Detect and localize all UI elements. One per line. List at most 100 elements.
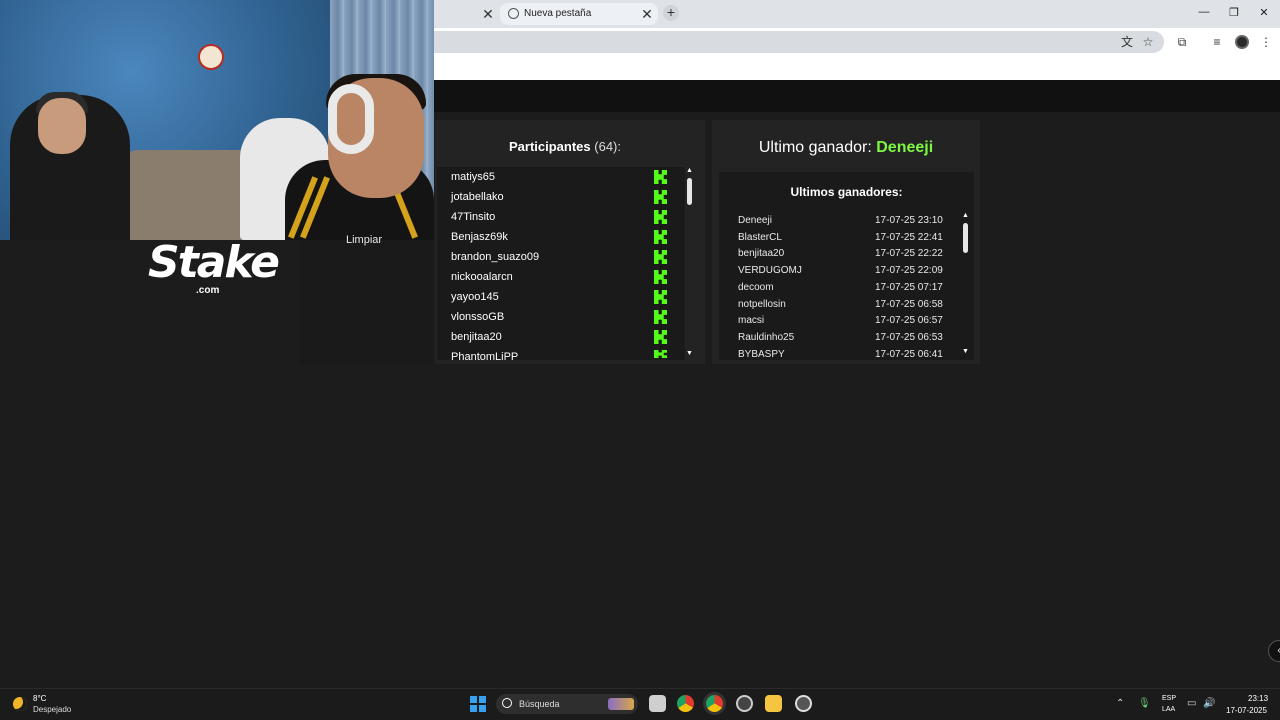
winners-scrollbar[interactable]: ▲ ▼ <box>961 212 971 358</box>
globe-icon <box>508 8 519 19</box>
scroll-down-icon[interactable]: ▼ <box>686 350 693 357</box>
winner-history-row: macsi 17-07-25 06:57 <box>738 315 948 331</box>
last-winner-label: Ultimo ganador: <box>758 139 872 156</box>
limpiar-panel <box>300 240 433 364</box>
winner-history-name: notpellosin <box>738 298 786 310</box>
language-layout[interactable]: LAA <box>1162 706 1175 713</box>
winner-history-name: VERDUGOMJ <box>738 265 802 277</box>
taskbar-search-placeholder: Búsqueda <box>519 699 560 709</box>
participant-row: Benjasz69k <box>451 231 508 243</box>
participant-row: PhantomLiPP <box>451 351 519 360</box>
participant-row: 47Tinsito <box>451 211 496 223</box>
close-window-icon[interactable]: ✕ <box>1257 6 1271 19</box>
winner-history-date: 17-07-25 22:09 <box>875 265 943 277</box>
clock-date[interactable]: 17-07-2025 <box>1226 706 1267 715</box>
winner-history-date: 17-07-25 22:22 <box>875 248 943 260</box>
moon-icon[interactable] <box>13 697 27 711</box>
search-icon <box>502 698 512 708</box>
winner-history-date: 17-07-25 06:57 <box>875 315 943 327</box>
microphone-icon[interactable]: 🎙 <box>1138 698 1151 709</box>
bookmarks-bar <box>434 56 1280 80</box>
participant-row: matiys65 <box>451 171 496 183</box>
address-bar[interactable] <box>434 31 1164 53</box>
minimize-icon[interactable]: — <box>1197 6 1211 18</box>
winner-history-row: BlasterCL 17-07-25 22:41 <box>738 232 948 248</box>
winner-history-row: BYBASPY 17-07-25 06:41 <box>738 349 948 359</box>
chrome-icon[interactable] <box>677 695 694 712</box>
close-tab-icon[interactable]: ✕ <box>639 6 655 22</box>
winner-history-name: decoom <box>738 281 774 293</box>
tab-title: Nueva pestaña <box>524 8 592 19</box>
participants-list[interactable]: matiys65 jotabellako 47Tinsito Benjasz69… <box>437 167 685 360</box>
winner-history-row: Rauldinho25 17-07-25 06:53 <box>738 332 948 348</box>
participant-row: jotabellako <box>451 191 504 203</box>
winner-history-row: VERDUGOMJ 17-07-25 22:09 <box>738 265 948 281</box>
participants-title-label: Participantes <box>508 139 591 154</box>
file-explorer-icon[interactable] <box>765 695 782 712</box>
winner-history-date: 17-07-25 06:58 <box>875 298 943 310</box>
side-panel-button[interactable]: ‹ <box>1268 640 1280 662</box>
weather-desc[interactable]: Despejado <box>33 705 71 714</box>
winner-history-name: BlasterCL <box>738 231 782 243</box>
winner-history-date: 17-07-25 23:10 <box>875 215 943 226</box>
stake-logo-domain: .com <box>196 285 220 296</box>
media-icon[interactable]: ≡ <box>1210 35 1224 49</box>
stake-logo: Stake .com <box>148 237 280 300</box>
scroll-down-icon[interactable]: ▼ <box>962 348 969 355</box>
media-player-icon[interactable] <box>795 695 812 712</box>
participant-row: nickooalarcn <box>451 271 513 283</box>
scrollbar-thumb[interactable] <box>687 178 692 205</box>
volume-icon[interactable]: 🔊 <box>1203 698 1215 709</box>
participants-title: Participantes (64): <box>435 139 695 154</box>
task-view-icon[interactable] <box>649 695 666 712</box>
close-tab-icon[interactable]: ✕ <box>480 6 496 22</box>
taskbar <box>0 688 1280 720</box>
translate-icon[interactable]: 文 <box>1120 35 1134 49</box>
badge-icon <box>198 44 224 70</box>
winner-history-date: 17-07-25 06:53 <box>875 331 943 343</box>
start-windows-icon[interactable] <box>470 696 486 712</box>
winner-history-date: 17-07-25 22:41 <box>875 231 943 243</box>
clock-time[interactable]: 23:13 <box>1248 694 1268 703</box>
last-winner-name: Deneeji <box>876 139 934 156</box>
network-icon[interactable]: ▭ <box>1187 698 1196 709</box>
participant-row: benjitaa20 <box>451 331 502 343</box>
participant-row: vlonssoGB <box>451 311 505 323</box>
winner-history-name: Deneeji <box>738 215 772 226</box>
extensions-icon[interactable]: ⧉ <box>1175 35 1189 49</box>
participant-row: yayoo145 <box>451 291 499 303</box>
participants-scrollbar[interactable]: ▲ ▼ <box>685 167 695 360</box>
scroll-up-icon[interactable]: ▲ <box>962 212 969 219</box>
restore-icon[interactable]: ❐ <box>1227 6 1241 19</box>
winners-history-title: Ultimos ganadores: <box>790 185 903 199</box>
scroll-up-icon[interactable]: ▲ <box>686 167 693 174</box>
new-tab-button[interactable]: + <box>663 5 679 21</box>
app-badge-icon[interactable] <box>736 695 753 712</box>
stake-logo-word: Stake <box>148 237 280 288</box>
winner-history-row: notpellosin 17-07-25 06:58 <box>738 299 948 315</box>
limpiar-button[interactable]: Limpiar <box>346 234 382 246</box>
winner-history-date: 17-07-25 06:41 <box>875 348 943 359</box>
winner-history-name: BYBASPY <box>738 348 785 359</box>
winner-history-date: 17-07-25 07:17 <box>875 281 943 293</box>
webcam-overlay <box>0 0 434 240</box>
search-highlight-icon <box>608 698 634 710</box>
participants-count: (64): <box>594 139 621 154</box>
page-top-bar <box>434 80 1280 112</box>
weather-temp[interactable]: 8°C <box>33 694 46 703</box>
winner-history-row: benjitaa20 17-07-25 22:22 <box>738 248 948 264</box>
last-winner-heading: Ultimo ganador: Deneeji <box>712 139 980 157</box>
participant-row: brandon_suazo09 <box>451 251 540 263</box>
winner-history-row: Deneeji 17-07-25 23:10 <box>738 215 948 231</box>
tray-chevron-icon[interactable]: ⌃ <box>1116 698 1124 709</box>
scrollbar-thumb[interactable] <box>963 223 968 253</box>
winner-history-name: Rauldinho25 <box>738 331 795 343</box>
language-indicator[interactable]: ESP <box>1162 695 1176 702</box>
winner-history-row: decoom 17-07-25 07:17 <box>738 282 948 298</box>
profile-avatar[interactable] <box>1235 35 1249 49</box>
menu-icon[interactable]: ⋮ <box>1259 35 1273 49</box>
bookmark-star-icon[interactable]: ☆ <box>1141 35 1155 49</box>
chrome-active-icon[interactable] <box>706 695 723 712</box>
winner-history-name: benjitaa20 <box>738 248 785 260</box>
winner-history-name: macsi <box>738 315 765 327</box>
